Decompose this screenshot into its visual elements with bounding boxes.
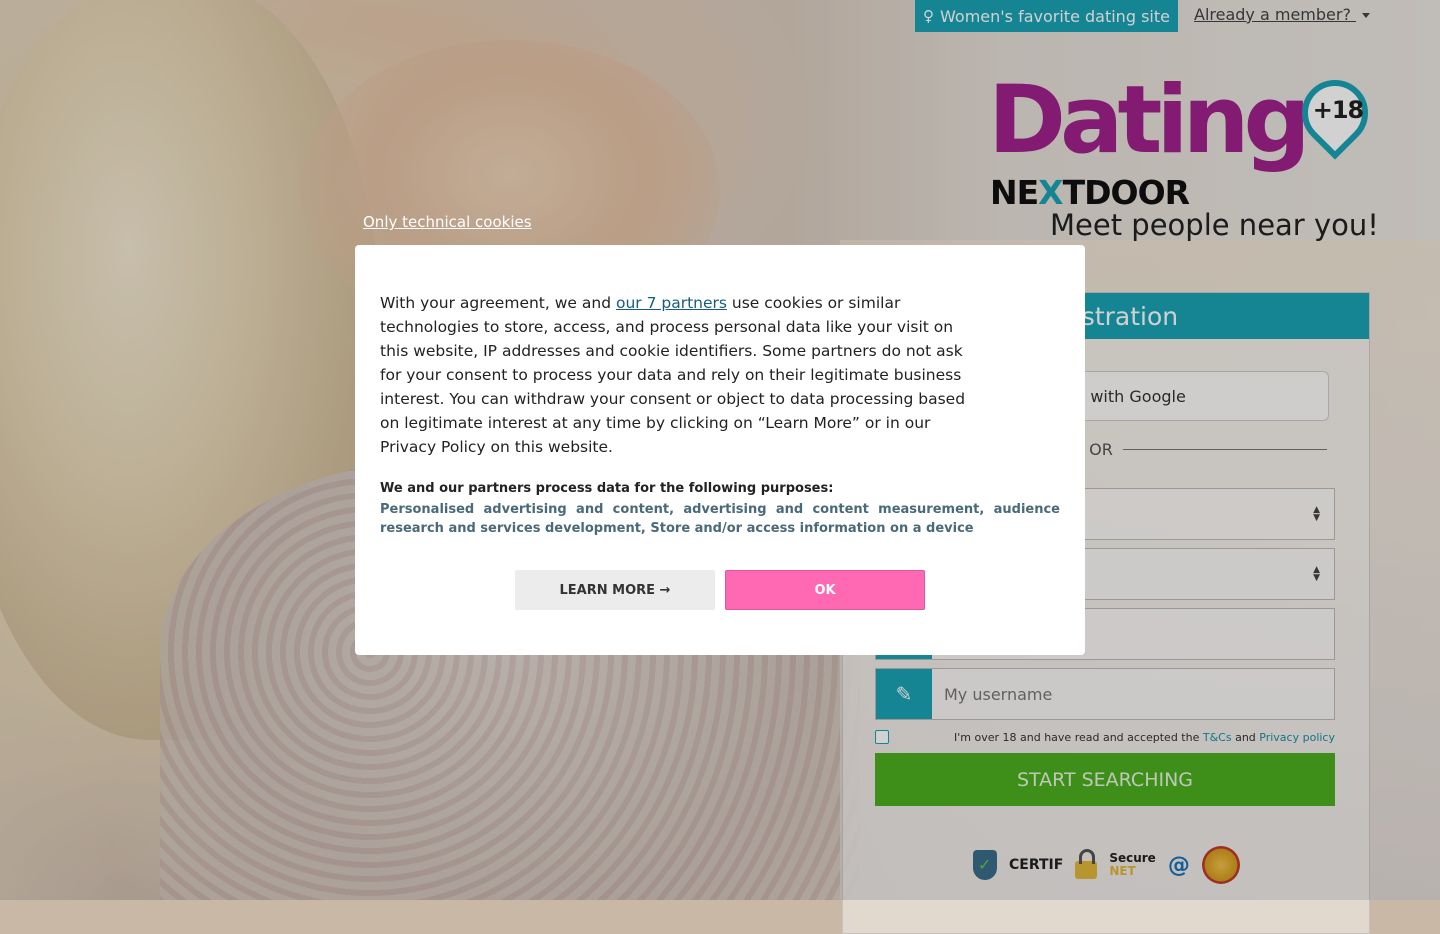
consent-text-start: With your agreement, we and bbox=[380, 294, 616, 312]
consent-buttons: LEARN MORE → OK bbox=[515, 570, 925, 610]
consent-text-end: use cookies or similar technologies to s… bbox=[380, 294, 966, 456]
learn-more-button[interactable]: LEARN MORE → bbox=[515, 570, 715, 610]
only-technical-cookies-link[interactable]: Only technical cookies bbox=[363, 213, 532, 231]
ok-button[interactable]: OK bbox=[725, 570, 925, 610]
purposes-heading: We and our partners process data for the… bbox=[380, 481, 834, 496]
consent-text: With your agreement, we and our 7 partne… bbox=[380, 291, 980, 459]
partners-link[interactable]: our 7 partners bbox=[616, 294, 727, 312]
cookie-consent-modal: With your agreement, we and our 7 partne… bbox=[355, 245, 1085, 655]
purposes-list: Personalised advertising and content, ad… bbox=[380, 502, 1060, 536]
